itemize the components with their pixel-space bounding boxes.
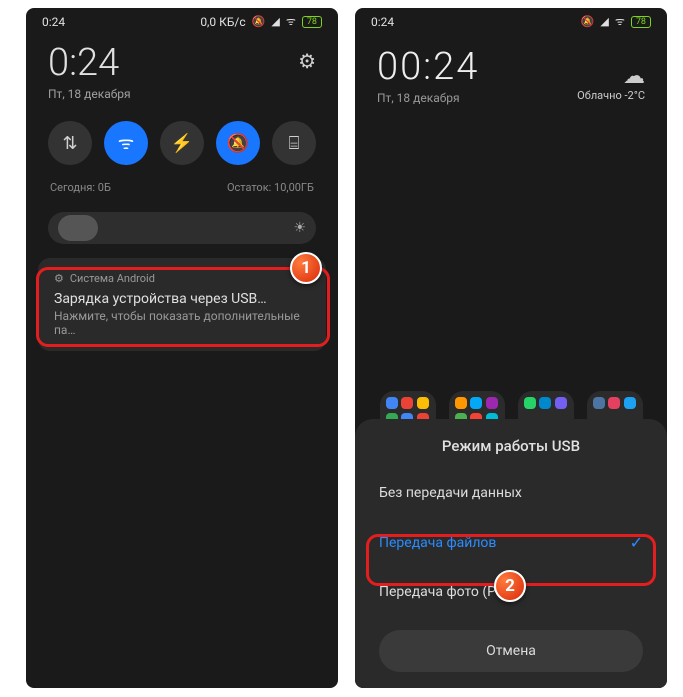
battery-indicator: 78	[631, 16, 651, 28]
callout-badge-2: 2	[494, 570, 526, 602]
clock-block: 0:24 Пт, 18 декабря ⚙	[26, 35, 338, 111]
weather-widget[interactable]: ☁ Облачно -2°C	[577, 64, 645, 102]
status-bar: 0:24 🔕 ◢ ᯤ 78	[355, 8, 667, 35]
status-right: 0,0 КБ/с 🔕 ◢ ᯤ 78	[200, 14, 322, 29]
battery-indicator: 78	[302, 16, 322, 28]
notification-subtitle: Нажмите, чтобы показать дополнительные п…	[54, 309, 310, 337]
mute-icon: 🔕	[252, 15, 266, 28]
data-usage-row: Сегодня: 0Б Остаток: 10,00ГБ	[26, 175, 338, 206]
data-remaining: Остаток: 10,00ГБ	[227, 181, 314, 194]
mute-icon: 🔕	[581, 15, 595, 28]
settings-icon[interactable]: ⚙	[298, 49, 316, 73]
brightness-handle[interactable]	[58, 215, 98, 241]
usb-mode-sheet: Режим работы USB Без передачи данных Пер…	[355, 419, 667, 688]
phone-notification-panel: 0:24 0,0 КБ/с 🔕 ◢ ᯤ 78 0:24 Пт, 18 декаб…	[26, 8, 338, 688]
status-bar: 0:24 0,0 КБ/с 🔕 ◢ ᯤ 78	[26, 8, 338, 35]
signal-icon: ◢	[600, 15, 608, 28]
clock-time: 0:24	[48, 41, 131, 85]
status-time: 0:24	[42, 15, 65, 29]
quick-settings-row: ⇅ ᯤ ⚡ 🔕 ⌸	[26, 111, 338, 175]
weather-text: Облачно -2°C	[577, 89, 645, 102]
option-label: Передача файлов	[379, 535, 496, 551]
clock-date: Пт, 18 декабря	[48, 87, 131, 101]
wifi-toggle[interactable]: ᯤ	[104, 121, 148, 165]
data-today: Сегодня: 0Б	[50, 181, 111, 194]
status-time: 0:24	[371, 15, 394, 29]
sheet-title: Режим работы USB	[355, 437, 667, 455]
weather-icon: ☁	[577, 64, 645, 89]
notification-app-name: Система Android	[70, 272, 155, 285]
signal-icon: ◢	[271, 15, 279, 28]
flash-toggle[interactable]: ⚡	[160, 121, 204, 165]
wifi-icon: ᯤ	[286, 14, 296, 29]
notification-card[interactable]: ⚙ Система Android Зарядка устройства чер…	[38, 258, 326, 351]
android-icon: ⚙	[54, 272, 64, 285]
status-right: 🔕 ◢ ᯤ 78	[581, 14, 651, 29]
checkmark-icon: ✓	[630, 533, 643, 552]
brightness-slider[interactable]: ☀	[48, 212, 316, 244]
brightness-icon: ☀	[293, 220, 306, 236]
notification-app: ⚙ Система Android	[54, 272, 310, 285]
cast-toggle[interactable]: ⌸	[272, 121, 316, 165]
data-rate: 0,0 КБ/с	[200, 15, 245, 29]
usb-option-file-transfer[interactable]: Передача файлов ✓	[355, 517, 667, 568]
mute-toggle[interactable]: 🔕	[216, 121, 260, 165]
data-toggle[interactable]: ⇅	[48, 121, 92, 165]
usb-option-no-data[interactable]: Без передачи данных	[355, 469, 667, 517]
cancel-button[interactable]: Отмена	[379, 630, 643, 672]
option-label: Без передачи данных	[379, 485, 522, 501]
callout-badge-1: 1	[290, 252, 322, 284]
wifi-icon: ᯤ	[615, 14, 625, 29]
notification-title: Зарядка устройства через USB…	[54, 291, 310, 307]
